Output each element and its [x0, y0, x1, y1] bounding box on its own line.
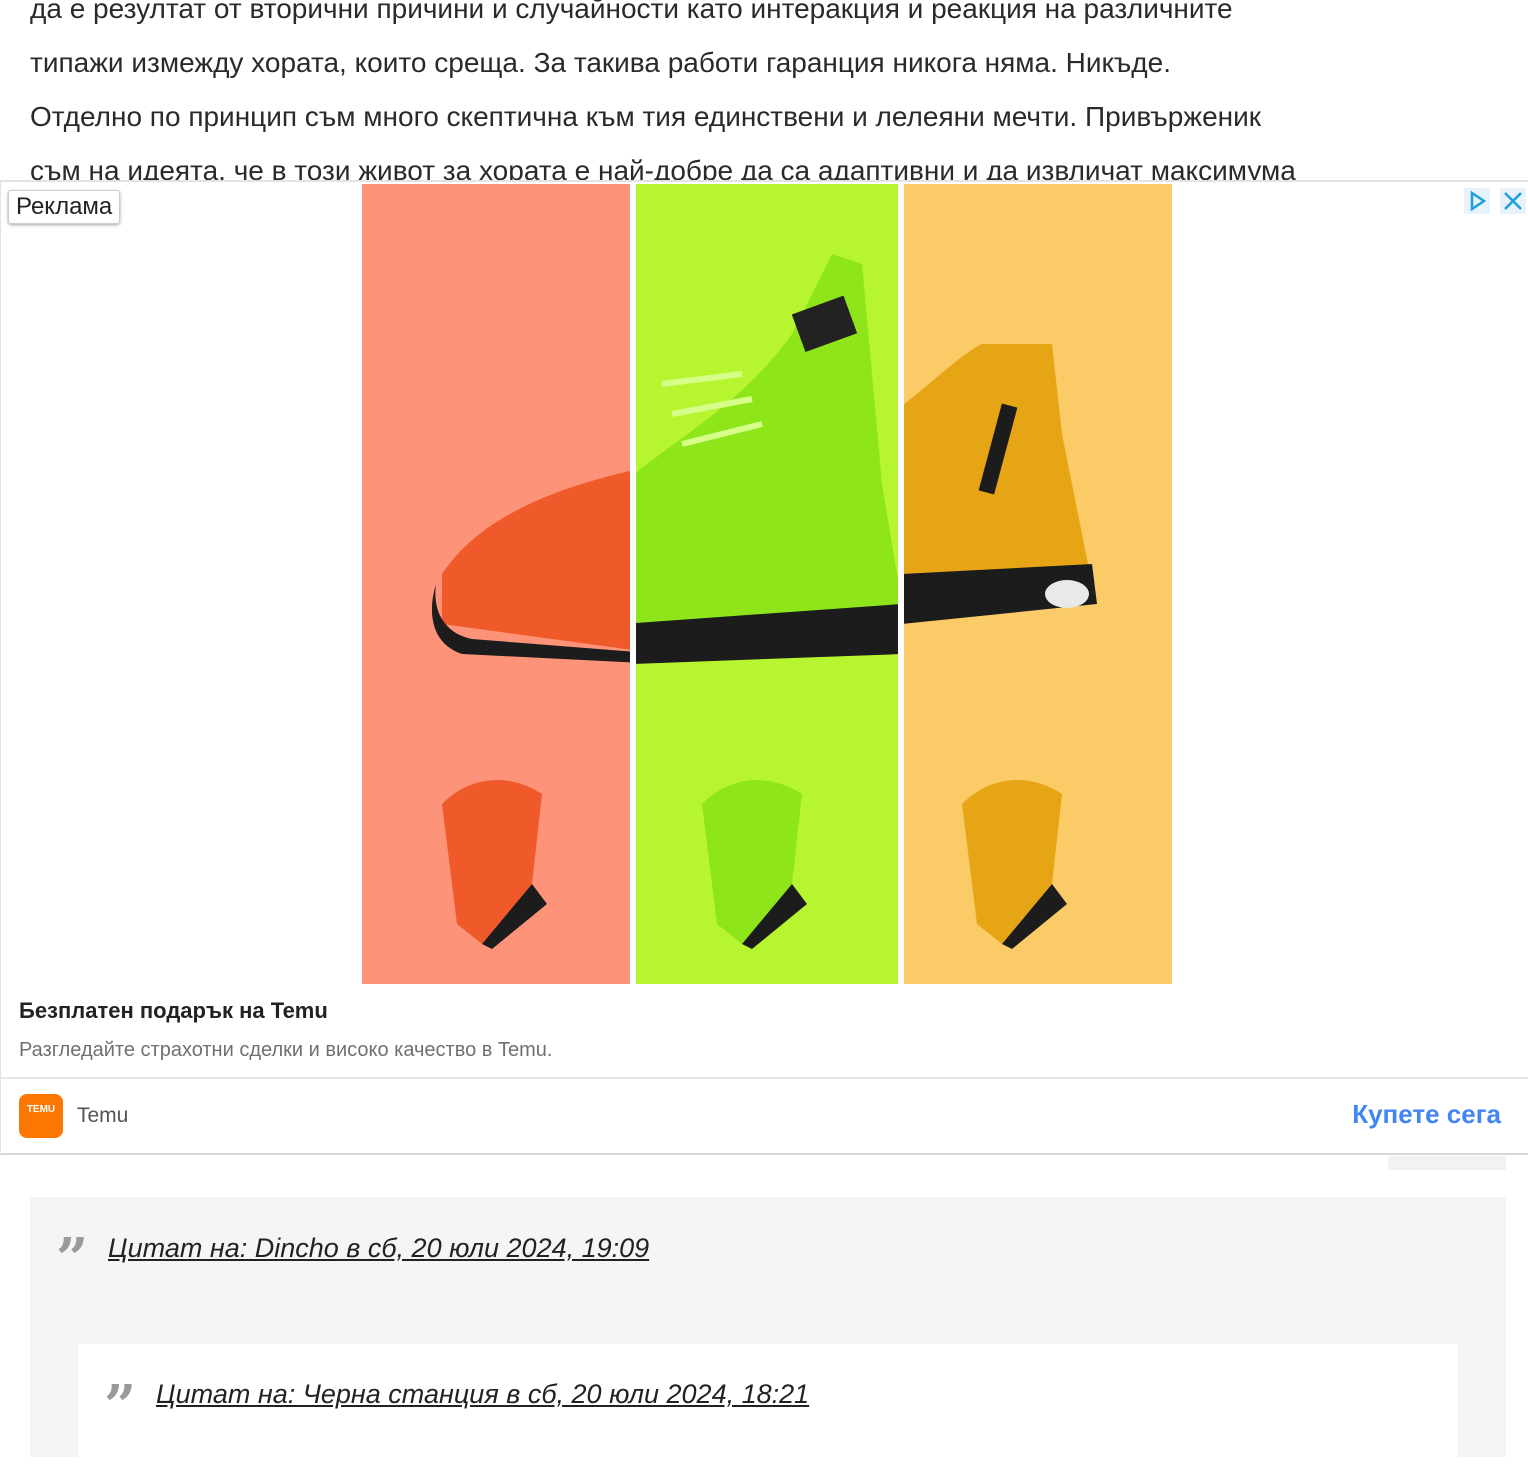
temu-logo-icon[interactable]: TEMU — [19, 1094, 63, 1138]
nested-quote-block: ” Цитат на: Черна станция в сб, 20 юли 2… — [78, 1344, 1458, 1464]
ad-title[interactable]: Безплатен подарък на Temu — [19, 998, 328, 1024]
quote-source-link[interactable]: Цитат на: Dincho в сб, 20 юли 2024, 19:0… — [108, 1233, 649, 1264]
ad-divider — [1, 1077, 1528, 1079]
adchoices-icon[interactable] — [1464, 188, 1490, 214]
shop-now-button[interactable]: Купете сега — [1352, 1099, 1501, 1130]
article-line: типажи измежду хората, които среща. За т… — [30, 47, 1171, 78]
article-text: да е резултат от вторични причини и случ… — [30, 0, 1510, 198]
ad-advertiser[interactable]: Temu — [77, 1104, 128, 1128]
article-line: да е резултат от вторични причини и случ… — [30, 0, 1233, 24]
close-icon[interactable] — [1500, 188, 1526, 214]
ad-product-image[interactable] — [362, 184, 1172, 984]
quote-source-link[interactable]: Цитат на: Черна станция в сб, 20 юли 202… — [156, 1379, 809, 1410]
advertisement[interactable]: Реклама Безплатен подарък на Temu Разгле… — [0, 180, 1528, 1155]
article-line: Отделно по принцип съм много скептична к… — [30, 101, 1262, 132]
ad-label: Реклама — [8, 190, 121, 224]
ad-description[interactable]: Разгледайте страхотни сделки и високо ка… — [19, 1039, 552, 1062]
hidden-button-edge — [1388, 1156, 1506, 1170]
quote-block: ” Цитат на: Dincho в сб, 20 юли 2024, 19… — [30, 1197, 1506, 1464]
sneakers-illustration — [431, 254, 1097, 949]
quote-icon: ” — [104, 1373, 137, 1439]
quote-icon: ” — [56, 1226, 89, 1292]
temu-logo-text: TEMU — [26, 1104, 56, 1115]
